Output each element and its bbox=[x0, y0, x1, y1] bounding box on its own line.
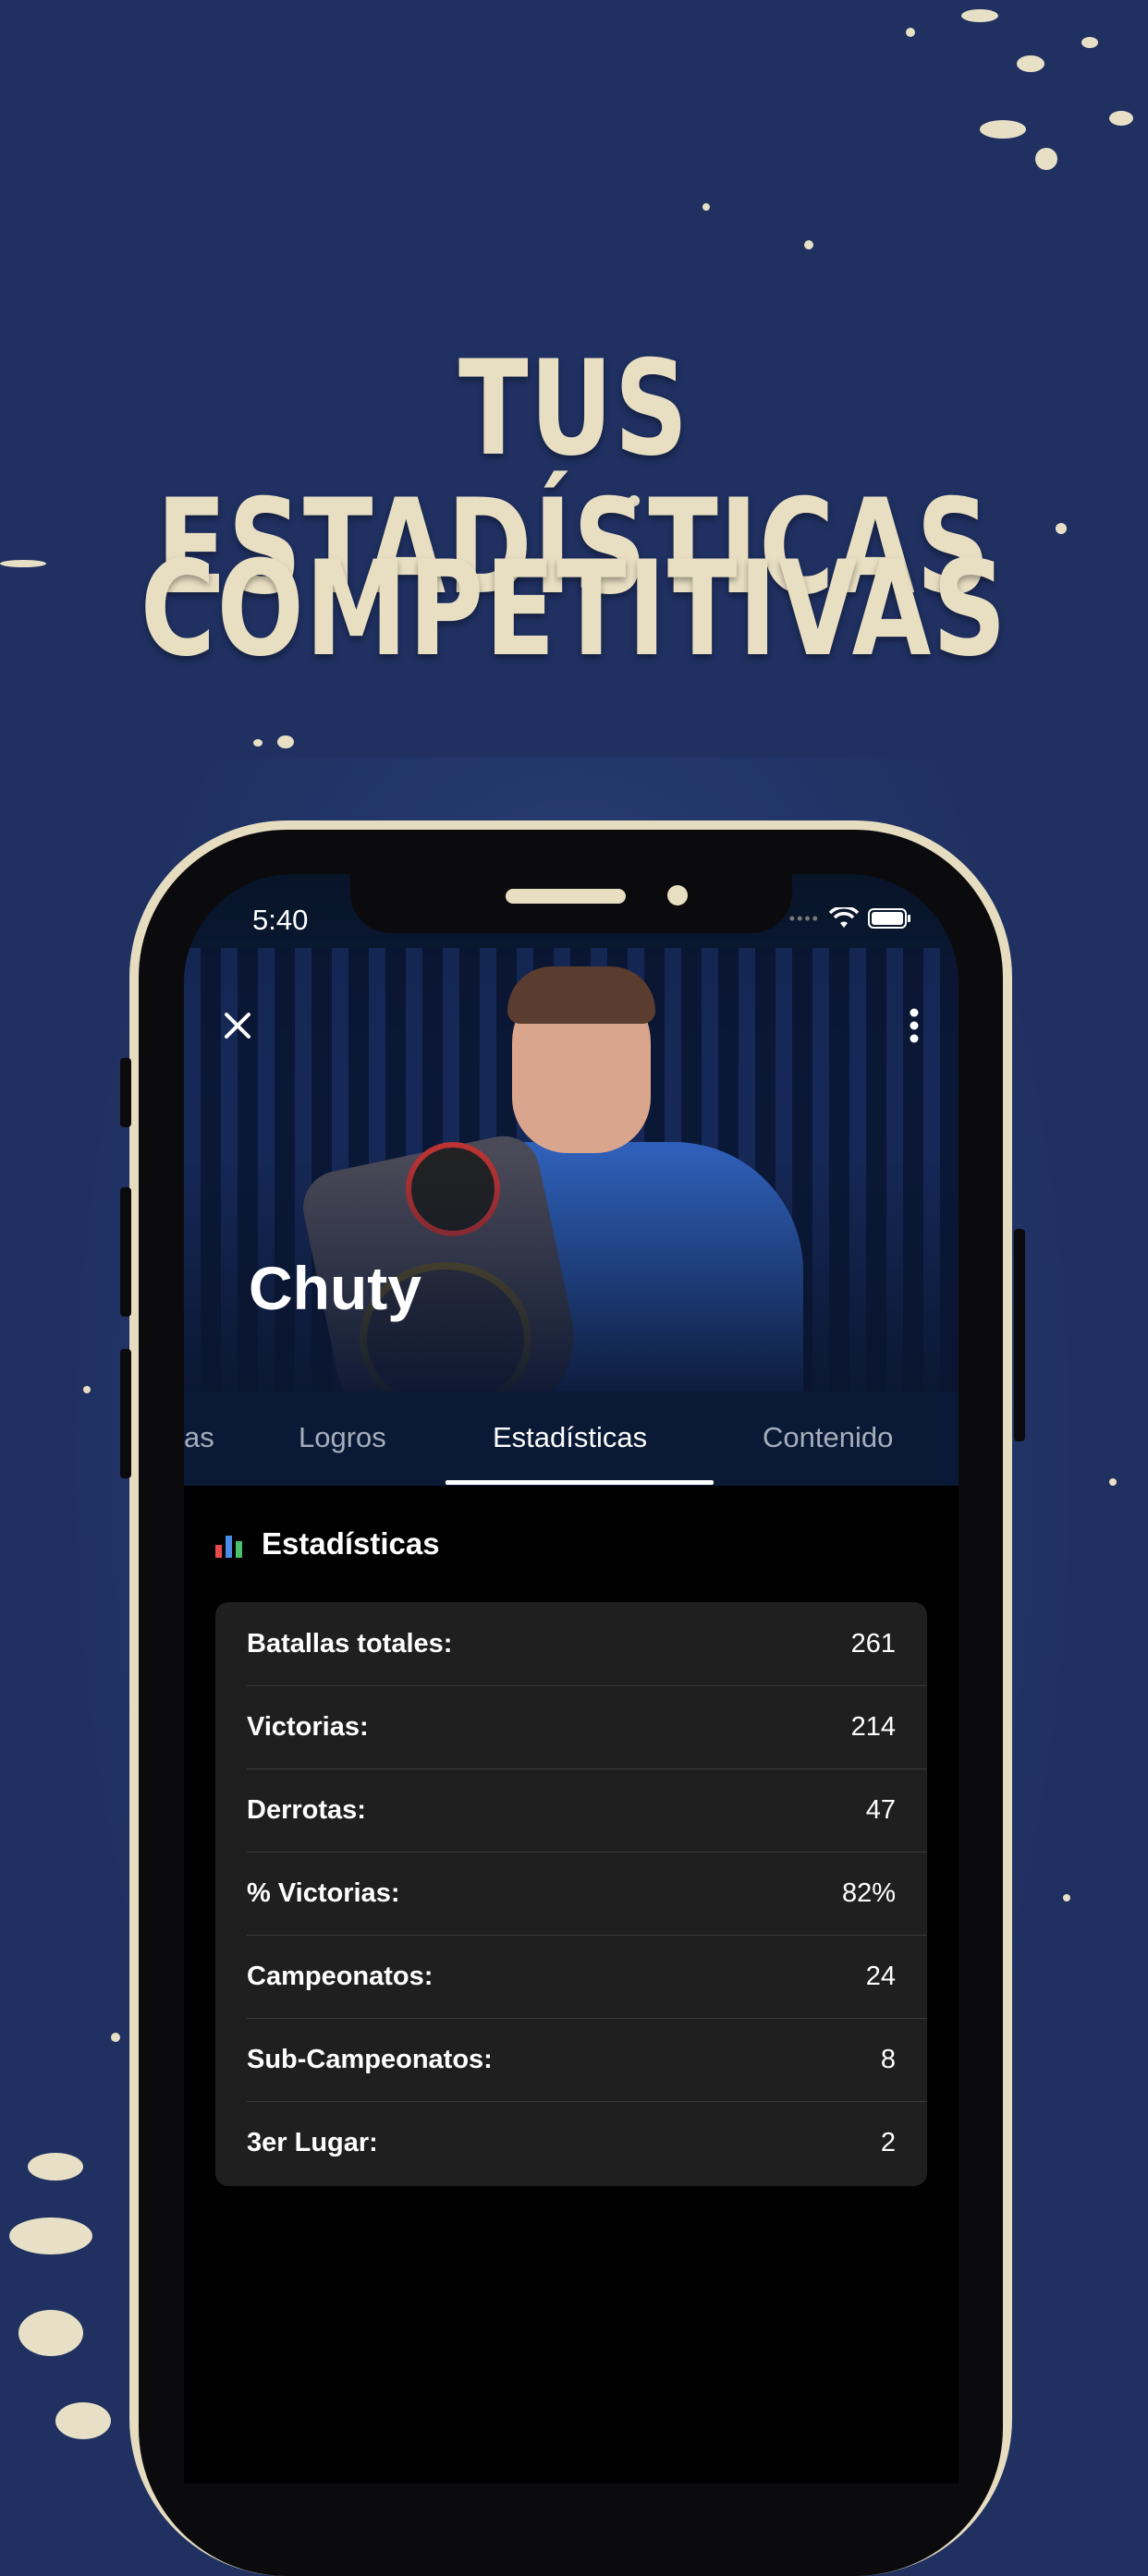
more-vertical-icon bbox=[910, 1008, 919, 1043]
stat-value: 47 bbox=[865, 1794, 896, 1825]
stat-row-total: Batallas totales: 261 bbox=[247, 1602, 896, 1685]
stats-card: Batallas totales: 261 Victorias: 214 Der… bbox=[215, 1602, 927, 2186]
phone-notch bbox=[350, 874, 792, 933]
stat-value: 24 bbox=[865, 1961, 896, 1991]
player-name: Chuty bbox=[249, 1254, 421, 1322]
close-icon bbox=[225, 1013, 250, 1039]
stat-row-campeonatos: Campeonatos: 24 bbox=[247, 1935, 896, 2018]
signal-icon: •••• bbox=[788, 908, 820, 928]
section-title: Estadísticas bbox=[262, 1526, 440, 1561]
stat-row-derrotas: Derrotas: 47 bbox=[247, 1768, 896, 1852]
earpiece-speaker bbox=[506, 889, 626, 904]
stat-row-subcampeonatos: Sub-Campeonatos: 8 bbox=[247, 2018, 896, 2101]
tab-partial[interactable]: as bbox=[184, 1421, 214, 1454]
stat-row-victorias: Victorias: 214 bbox=[247, 1685, 896, 1768]
stat-value: 261 bbox=[850, 1628, 896, 1659]
wifi-icon bbox=[829, 907, 859, 930]
headline-line2: COMPETITIVAS bbox=[140, 533, 1008, 686]
bar-chart-icon bbox=[215, 1530, 245, 1558]
tab-estadisticas[interactable]: Estadísticas bbox=[493, 1421, 647, 1454]
volume-up-button bbox=[120, 1187, 131, 1317]
stat-label: 3er Lugar: bbox=[247, 2127, 378, 2157]
tab-contenido[interactable]: Contenido bbox=[763, 1421, 893, 1454]
stat-label: Sub-Campeonatos: bbox=[247, 2044, 493, 2074]
status-icons: •••• bbox=[789, 907, 912, 930]
stat-row-porcentaje: % Victorias: 82% bbox=[247, 1852, 896, 1935]
stat-label: % Victorias: bbox=[247, 1877, 400, 1908]
stat-value: 8 bbox=[880, 2044, 896, 2074]
stat-value: 2 bbox=[880, 2127, 896, 2157]
stat-label: Victorias: bbox=[247, 1711, 369, 1742]
stat-label: Campeonatos: bbox=[247, 1961, 434, 1991]
stat-label: Derrotas: bbox=[247, 1794, 366, 1825]
tab-logros[interactable]: Logros bbox=[299, 1421, 386, 1454]
stat-value: 214 bbox=[850, 1711, 896, 1742]
close-button[interactable] bbox=[217, 1005, 258, 1046]
phone-screen: 5:40 •••• Chuty as Logros Estadísticas C… bbox=[184, 874, 959, 2484]
player-hair bbox=[507, 966, 655, 1024]
front-camera bbox=[667, 885, 688, 905]
stat-label: Batallas totales: bbox=[247, 1628, 453, 1659]
volume-down-button bbox=[120, 1349, 131, 1478]
mute-switch bbox=[120, 1058, 131, 1127]
status-time: 5:40 bbox=[252, 904, 309, 936]
battery-icon bbox=[868, 907, 912, 930]
stats-section-header: Estadísticas bbox=[215, 1526, 440, 1561]
active-tab-indicator bbox=[446, 1480, 714, 1485]
more-options-button[interactable] bbox=[898, 1005, 931, 1046]
profile-tabs: as Logros Estadísticas Contenido bbox=[184, 1391, 959, 1486]
stat-row-tercer-lugar: 3er Lugar: 2 bbox=[247, 2101, 896, 2184]
power-button bbox=[1014, 1229, 1025, 1441]
stat-value: 82% bbox=[841, 1877, 896, 1908]
